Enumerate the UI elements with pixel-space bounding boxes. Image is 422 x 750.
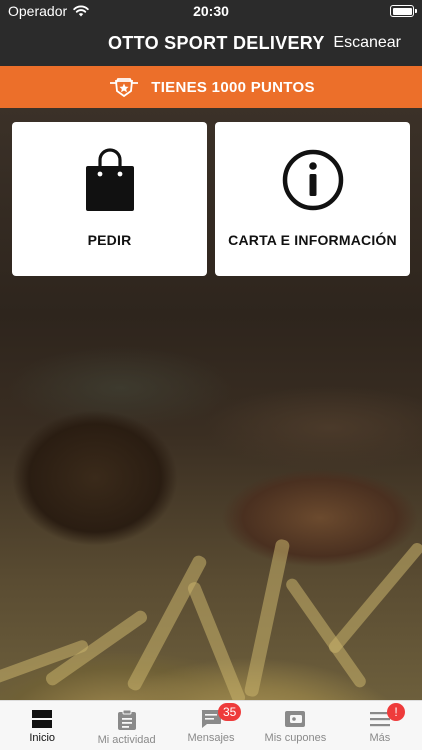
clock: 20:30: [193, 3, 229, 19]
wallet-icon: [285, 711, 306, 727]
tab-mi-actividad[interactable]: Mi actividad: [84, 701, 168, 750]
tab-label: Mensajes: [187, 732, 235, 744]
tab-mis-cupones[interactable]: Mis cupones: [253, 701, 337, 750]
tab-label: Inicio: [29, 732, 56, 744]
order-label: PEDIR: [87, 232, 132, 248]
clipboard-icon: [117, 709, 136, 730]
tab-inicio[interactable]: Inicio: [0, 701, 84, 750]
tab-mas[interactable]: ! Más: [338, 701, 422, 750]
top-bar: Operador 20:30 OTTO SPORT DELIVERY Escan…: [0, 0, 422, 66]
tab-mensajes[interactable]: 35 Mensajes: [169, 701, 253, 750]
points-text: TIENES 1000 PUNTOS: [151, 78, 315, 96]
page-title: OTTO SPORT DELIVERY: [108, 33, 325, 53]
menu-info-card[interactable]: CARTA E INFORMACIÓN: [215, 122, 410, 276]
tab-bar: Inicio Mi actividad 35 Mensajes Mis cupo…: [0, 700, 422, 750]
menu-info-label: CARTA E INFORMACIÓN: [228, 232, 397, 248]
battery-icon: [390, 5, 417, 17]
messages-badge: 35: [218, 703, 242, 721]
tab-label: Más: [369, 732, 391, 744]
tab-label: Mis cupones: [264, 732, 327, 744]
more-badge: !: [387, 703, 405, 721]
shopping-bag-icon: [85, 148, 134, 211]
order-card[interactable]: PEDIR: [12, 122, 207, 276]
home-icon: [32, 710, 53, 728]
info-icon: [282, 149, 343, 211]
status-bar: Operador 20:30: [0, 0, 422, 22]
badge-star-icon: [110, 78, 139, 98]
scan-button[interactable]: Escanear: [333, 34, 401, 52]
points-banner: TIENES 1000 PUNTOS: [0, 66, 422, 108]
tab-label: Mi actividad: [97, 734, 156, 746]
